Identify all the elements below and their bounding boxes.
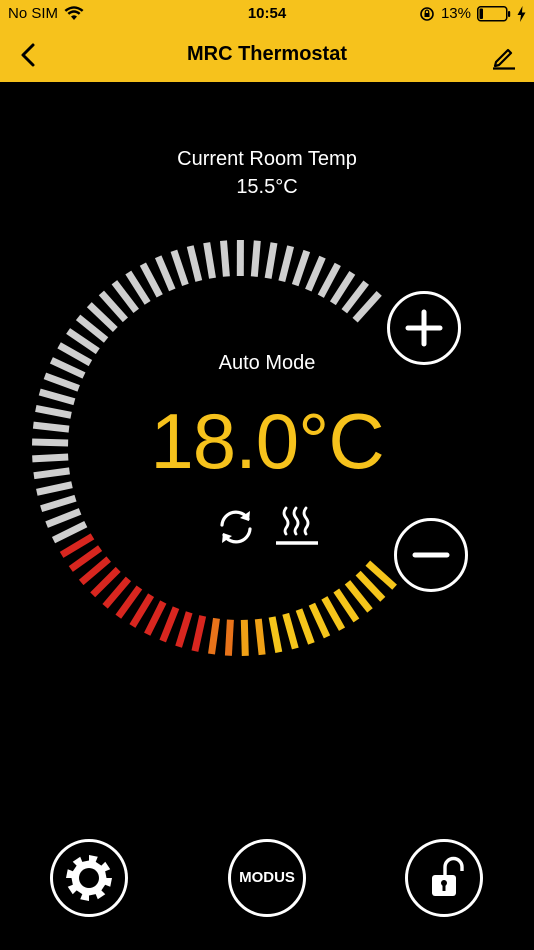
dial-tick [278,245,294,283]
dial-tick [129,593,155,628]
dial-tick [43,372,80,392]
dial-tick [170,249,189,287]
dial-tick [68,545,103,572]
lightning-icon [517,5,526,22]
rotation-lock-icon [420,6,434,21]
dial-tick [352,291,382,323]
dial-tick [75,314,109,343]
dial-tick [329,271,356,306]
dial-tick [308,602,331,639]
dial-tick [154,255,176,292]
room-temp-label: Current Room Temp [177,148,357,170]
minus-icon [412,552,450,558]
dial-tick [144,600,167,636]
lock-button[interactable] [405,839,483,917]
dial-tick [208,617,220,655]
nav-bar: MRC Thermostat [0,28,534,82]
dial-tick [250,240,261,277]
dial-tick [240,619,249,656]
dial-tick [59,533,95,558]
dial-tick [90,566,121,598]
sync-icon [220,510,252,544]
battery-percent: 13% [440,5,471,22]
dial-tick [333,588,360,623]
battery-icon [477,5,511,21]
dial-tick [102,576,132,609]
status-bar: No SIM 10:54 13% [0,0,534,28]
dial-tick [40,494,77,513]
dial-tick [159,606,180,643]
increase-temp-button[interactable] [387,291,461,365]
heat-waves-icon [276,506,318,545]
dial-tick [78,556,111,586]
dial-tick [98,290,129,323]
dial-tick [220,240,230,277]
room-temp-value: 15.5°C [236,176,298,198]
dial-tick [45,508,82,528]
dial-tick [268,616,283,653]
decrease-temp-button[interactable] [394,518,468,592]
dial-tick [355,570,386,602]
dial-tick [203,242,216,279]
modus-button[interactable]: MODUS [228,839,306,917]
dial-tick [66,328,100,355]
dial-tick [224,619,234,656]
dial-tick [139,262,163,298]
gear-icon [66,855,112,901]
dial-tick [291,249,311,287]
dial-tick [365,560,397,590]
dial-tick [51,520,88,544]
modus-label: MODUS [239,869,295,886]
dial-tick [86,302,118,333]
dial-tick [111,280,139,314]
dial-tick [264,242,278,279]
dial-tick [125,270,151,305]
dial-tick [175,611,193,648]
dial-tick [191,615,207,652]
dial-tick [321,596,346,631]
status-right: 13% [419,5,526,22]
dial-tick [282,612,299,650]
dial-tick [344,580,373,613]
dial-tick [295,608,315,645]
dial-tick [115,585,143,619]
plus-icon [405,309,443,347]
dial-tick [317,262,341,298]
edit-button[interactable] [490,42,518,70]
pencil-icon [493,48,515,70]
settings-button[interactable] [50,839,128,917]
dial-tick [305,255,326,292]
setpoint-temperature: 18.0°C [150,397,384,485]
unlock-icon [432,856,464,896]
dial-tick [186,245,203,282]
dial-tick [254,618,266,656]
page-title: MRC Thermostat [186,43,347,65]
dial-tick [341,280,369,314]
